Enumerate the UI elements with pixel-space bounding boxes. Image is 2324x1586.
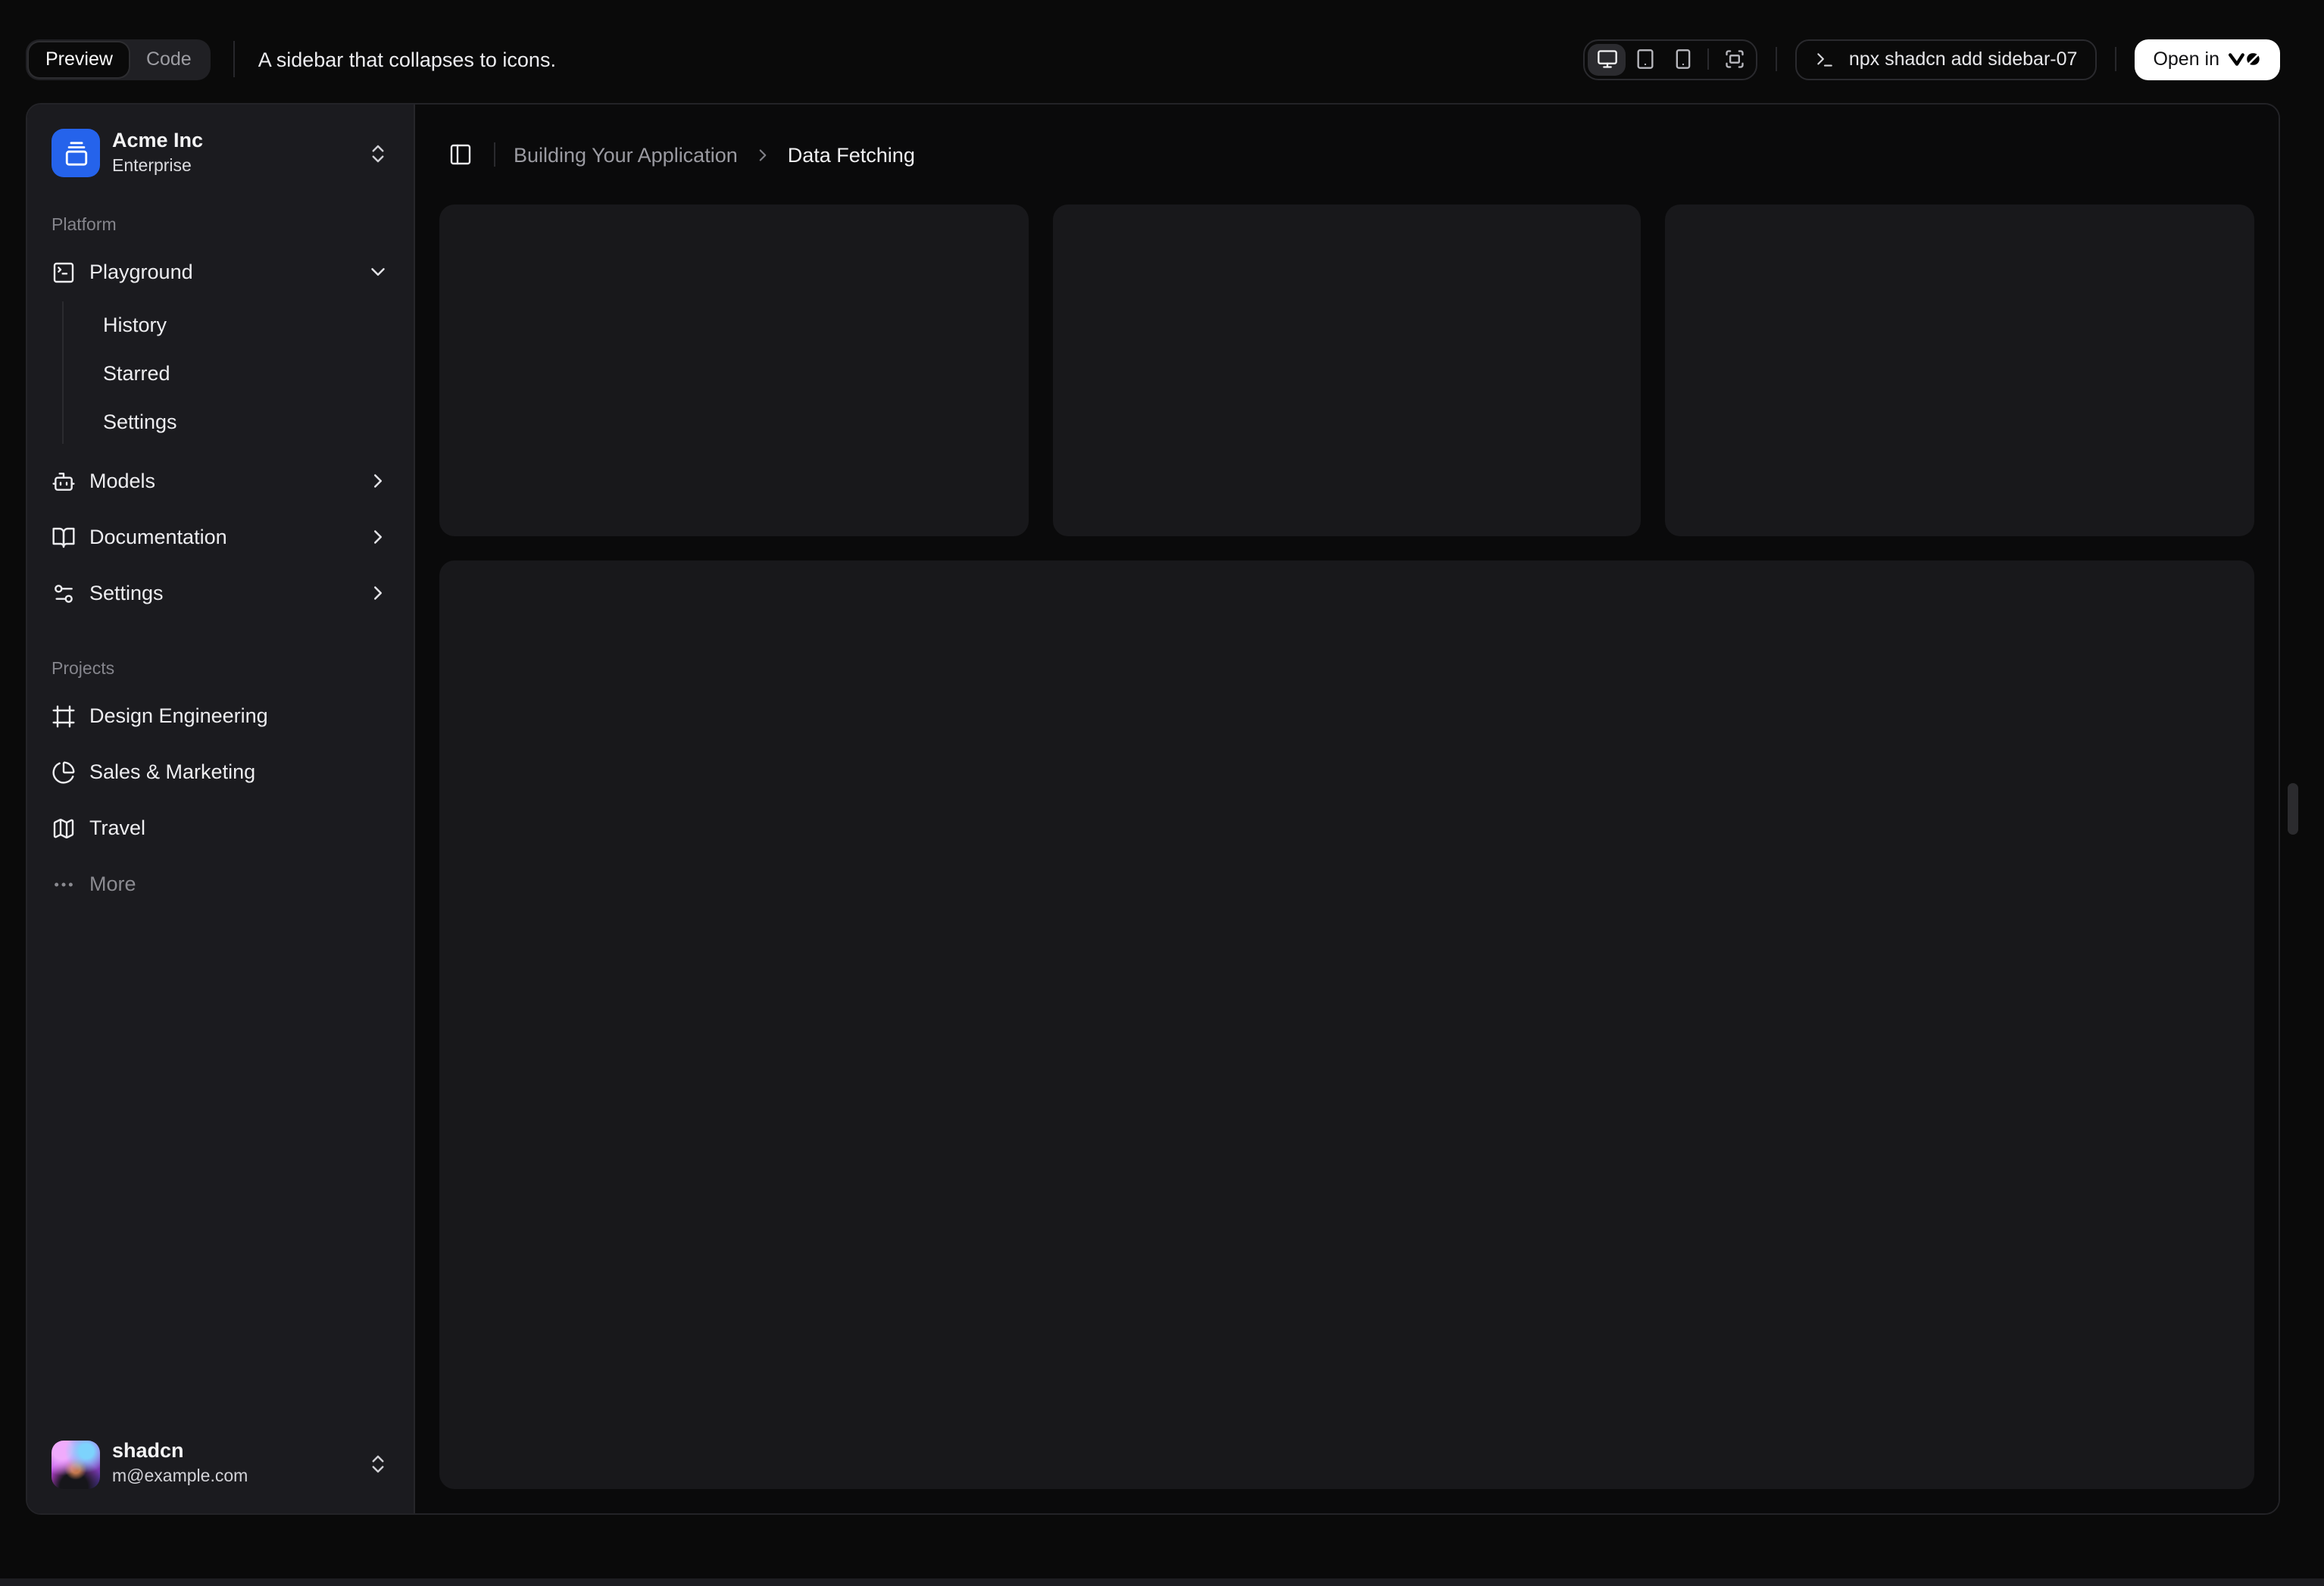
app-sidebar: Acme Inc Enterprise Platform Playground — [27, 105, 415, 1513]
chevron-right-icon — [753, 145, 773, 164]
placeholder-card — [1665, 204, 2254, 536]
sidebar-item-label: Sales & Marketing — [89, 760, 256, 784]
component-preview-frame: Acme Inc Enterprise Platform Playground — [26, 103, 2280, 1515]
chevron-right-icon — [367, 470, 389, 493]
chevron-right-icon — [367, 582, 389, 605]
frame-icon — [52, 704, 75, 728]
toolbar-separator — [1776, 47, 1778, 71]
sidebar-item-travel[interactable]: Travel — [39, 804, 401, 854]
block-description: A sidebar that collapses to icons. — [258, 48, 556, 70]
ellipsis-icon — [55, 882, 73, 887]
device-group-separator — [1707, 48, 1710, 70]
team-logo — [52, 129, 100, 178]
sidebar-item-sales-marketing[interactable]: Sales & Marketing — [39, 748, 401, 798]
sidebar-item-label: Settings — [89, 582, 164, 605]
breadcrumb-parent-link[interactable]: Building Your Application — [514, 143, 738, 166]
platform-menu: Playground History Starred Settings Mode… — [39, 248, 401, 619]
monitor-icon — [1597, 50, 1617, 68]
open-in-v0-button[interactable]: Open in — [2135, 39, 2280, 80]
sidebar-item-design-engineering[interactable]: Design Engineering — [39, 692, 401, 741]
group-label-platform: Platform — [52, 217, 117, 236]
breadcrumb: Building Your Application Data Fetching — [514, 143, 915, 166]
main-content — [415, 204, 2279, 1513]
sidebar-item-label: Design Engineering — [89, 704, 268, 728]
device-desktop-button[interactable] — [1588, 43, 1626, 75]
chevrons-up-down-icon — [367, 1453, 389, 1475]
tablet-icon — [1637, 49, 1654, 69]
sidebar-item-playground[interactable]: Playground — [39, 248, 401, 298]
user-avatar — [52, 1440, 100, 1489]
placeholder-card — [1052, 204, 1641, 536]
settings-2-icon — [55, 584, 73, 603]
v0-logo-icon — [2229, 53, 2260, 66]
sidebar-item-documentation[interactable]: Documentation — [39, 513, 401, 563]
team-switcher-button[interactable]: Acme Inc Enterprise — [39, 117, 401, 190]
square-terminal-icon — [53, 262, 74, 283]
main-area: Building Your Application Data Fetching — [415, 105, 2279, 1513]
header-separator — [494, 142, 495, 167]
view-toggle-group: Preview Code — [26, 39, 211, 80]
device-toggle-group — [1583, 39, 1758, 80]
placeholder-card — [439, 204, 1029, 536]
chevron-down-icon — [367, 261, 389, 284]
bot-icon — [52, 472, 75, 491]
smartphone-icon — [1676, 49, 1691, 69]
device-smartphone-button[interactable] — [1664, 43, 1702, 75]
sidebar-item-models[interactable]: Models — [39, 457, 401, 507]
chart-pie-icon — [52, 761, 75, 783]
sidebar-toggle-button[interactable] — [439, 133, 482, 176]
page-scrollbar-thumb[interactable] — [2288, 783, 2298, 835]
book-open-icon — [52, 527, 75, 548]
sidebar-item-label: Playground — [89, 261, 193, 284]
sidebar-item-more[interactable]: More — [39, 860, 401, 910]
map-icon — [53, 818, 74, 838]
sidebar-item-label: More — [89, 873, 136, 896]
user-menu-button[interactable]: shadcn m@example.com — [39, 1427, 401, 1501]
toolbar-right: npx shadcn add sidebar-07 Open in — [1583, 39, 2280, 80]
toolbar-separator — [2115, 47, 2117, 71]
chevron-right-icon — [367, 526, 389, 549]
page: Preview Code A sidebar that collapses to… — [0, 0, 2324, 1586]
user-name: shadcn — [112, 1439, 184, 1463]
team-plan: Enterprise — [112, 157, 192, 176]
sidebar-subitem-starred[interactable]: Starred — [91, 351, 401, 396]
breadcrumb-current-page: Data Fetching — [787, 143, 915, 166]
sidebar-footer: shadcn m@example.com — [39, 1427, 401, 1501]
sidebar-subitem-settings[interactable]: Settings — [91, 399, 401, 445]
sidebar-item-label: Documentation — [89, 526, 227, 549]
copy-command-button[interactable]: npx shadcn add sidebar-07 — [1795, 39, 2098, 80]
device-tablet-button[interactable] — [1626, 43, 1664, 75]
main-header: Building Your Application Data Fetching — [415, 105, 2279, 204]
sidebar-item-settings[interactable]: Settings — [39, 569, 401, 619]
tab-code[interactable]: Code — [130, 42, 208, 76]
gallery-vertical-end-icon — [64, 141, 87, 165]
projects-menu: Design Engineering Sales & Marketing Tra… — [39, 692, 401, 910]
sidebar-nav: Platform Playground History Starred Sett… — [39, 190, 401, 910]
tab-preview[interactable]: Preview — [29, 42, 130, 76]
terminal-icon — [1818, 52, 1833, 66]
block-toolbar: Preview Code A sidebar that collapses to… — [0, 0, 2324, 103]
playground-submenu: History Starred Settings — [62, 301, 401, 445]
panel-left-icon — [450, 144, 471, 165]
sidebar-subitem-history[interactable]: History — [91, 302, 401, 348]
window-bottom-edge — [0, 1578, 2324, 1586]
toolbar-separator — [233, 41, 236, 77]
command-text: npx shadcn add sidebar-07 — [1848, 48, 2078, 70]
placeholder-card-row — [439, 204, 2254, 536]
fullscreen-icon — [1726, 50, 1744, 68]
sidebar-item-label: Models — [89, 470, 156, 493]
chevrons-up-down-icon — [367, 142, 389, 164]
group-label-projects: Projects — [52, 660, 115, 679]
user-email: m@example.com — [112, 1468, 248, 1487]
open-in-label: Open in — [2153, 48, 2219, 70]
placeholder-body-card — [439, 560, 2254, 1489]
sidebar-item-label: Travel — [89, 816, 146, 840]
fullscreen-button[interactable] — [1716, 43, 1754, 75]
team-name: Acme Inc — [112, 129, 204, 151]
